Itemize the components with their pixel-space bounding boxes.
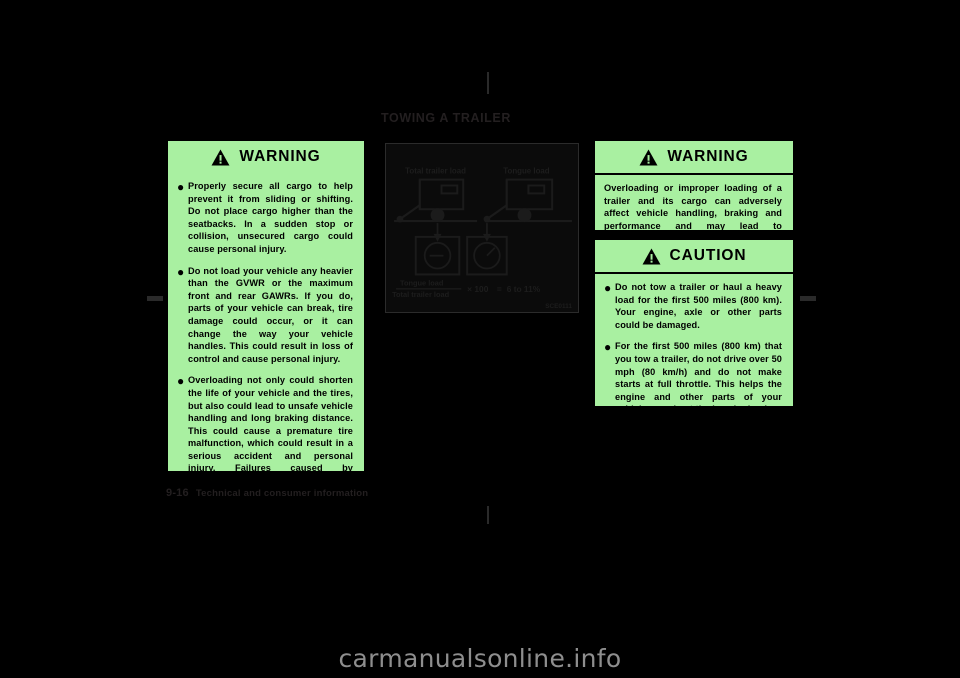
warning-header-cargo: WARNING bbox=[168, 141, 364, 173]
figure-id-label: SCE0111 bbox=[545, 303, 572, 310]
list-item: ● For the first 500 miles (800 km) that … bbox=[604, 340, 782, 416]
registration-mark-right bbox=[800, 296, 816, 301]
registration-mark-top bbox=[487, 72, 489, 94]
footer-section-label: Technical and consumer information bbox=[195, 488, 369, 499]
figure-formula-multiplier: × 100 bbox=[467, 284, 489, 294]
bullet-icon: ● bbox=[604, 340, 612, 355]
bullet-icon: ● bbox=[177, 374, 185, 389]
registration-mark-bottom bbox=[487, 506, 489, 524]
caution-triangle-icon bbox=[642, 247, 661, 265]
warning-box-cargo: WARNING ● Properly secure all cargo to h… bbox=[166, 139, 366, 499]
warning-text-overloading: Overloading or improper loading of a tra… bbox=[604, 183, 782, 243]
caution-header-break-in: CAUTION bbox=[595, 240, 793, 274]
figure-formula-result: 6 to 11% bbox=[507, 284, 541, 294]
page-title: TOWING A TRAILER bbox=[381, 111, 511, 125]
warning-title-cargo: WARNING bbox=[239, 148, 321, 165]
footer-page-number: 9-16 bbox=[166, 487, 189, 499]
figure-label-tongue-load: Tongue load bbox=[503, 167, 549, 176]
list-item-text: Overloading not only could shorten the l… bbox=[188, 375, 353, 499]
figure-formula-equals: = bbox=[497, 284, 502, 294]
list-item: ● Overloading not only could shorten the… bbox=[177, 374, 353, 500]
caution-body-break-in: ● Do not tow a trailer or haul a heavy l… bbox=[595, 274, 793, 425]
list-item-text: Do not load your vehicle any heavier tha… bbox=[188, 265, 353, 364]
warning-header-overloading: WARNING bbox=[595, 141, 793, 175]
list-item-text: For the first 500 miles (800 km) that yo… bbox=[615, 341, 782, 415]
list-item: ● Do not load your vehicle any heavier t… bbox=[177, 265, 353, 366]
figure-tongue-load-diagram: Total trailer load Tongue load Tongue lo… bbox=[385, 143, 579, 313]
caution-box-break-in: CAUTION ● Do not tow a trailer or haul a… bbox=[593, 238, 795, 414]
manual-page: TOWING A TRAILER WARNING ● Properly secu… bbox=[0, 0, 960, 678]
watermark: carmanualsonline.info bbox=[338, 644, 622, 673]
registration-mark-left bbox=[147, 296, 163, 301]
figure-formula-numerator: Tongue load bbox=[400, 278, 444, 287]
warning-title-overloading: WARNING bbox=[667, 148, 749, 165]
bullet-icon: ● bbox=[604, 281, 612, 295]
warning-body-cargo: ● Properly secure all cargo to help prev… bbox=[168, 173, 364, 509]
warning-triangle-icon bbox=[639, 148, 658, 166]
list-item-text: Do not tow a trailer or haul a heavy loa… bbox=[615, 282, 782, 330]
warning-triangle-icon bbox=[211, 148, 230, 166]
warning-box-overloading: WARNING Overloading or improper loading … bbox=[593, 139, 795, 243]
page-footer: 9-16 Technical and consumer information bbox=[166, 487, 368, 499]
list-item: ● Do not tow a trailer or haul a heavy l… bbox=[604, 281, 782, 331]
caution-title-break-in: CAUTION bbox=[669, 247, 747, 264]
bullet-icon: ● bbox=[177, 180, 185, 194]
list-item-text: Properly secure all cargo to help preven… bbox=[188, 181, 353, 254]
bullet-icon: ● bbox=[177, 264, 185, 279]
list-item: ● Properly secure all cargo to help prev… bbox=[177, 180, 353, 256]
figure-formula-denominator: Total trailer load bbox=[392, 290, 450, 299]
figure-label-total-trailer-load: Total trailer load bbox=[405, 167, 466, 176]
